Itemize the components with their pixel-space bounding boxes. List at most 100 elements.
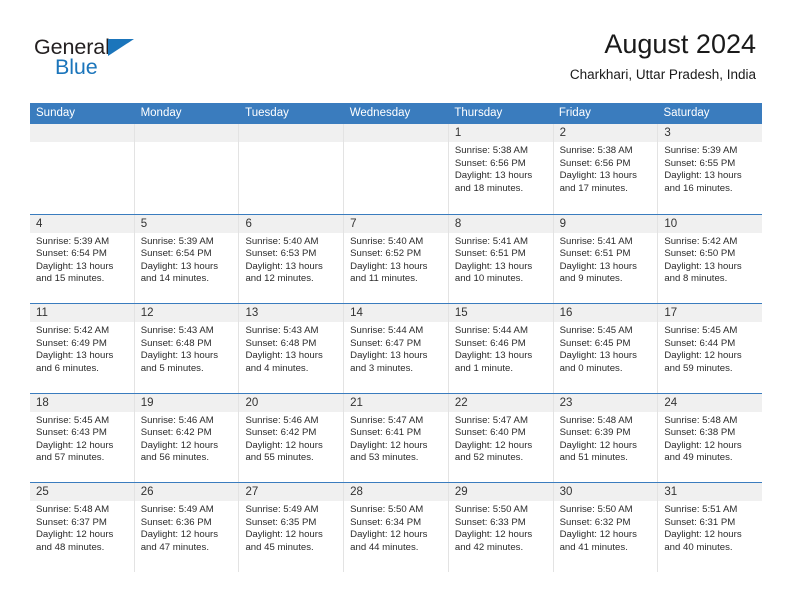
weekday-header-saturday: Saturday: [663, 107, 710, 119]
day-cell[interactable]: 13 Sunrise: 5:43 AM Sunset: 6:48 PM Dayligh…: [238, 304, 344, 393]
day-cell[interactable]: 8 Sunrise: 5:41 AM Sunset: 6:51 PM Daylight…: [447, 214, 553, 303]
day-cell[interactable]: 30 Sunrise: 5:50 AM Sunset: 6:32 PM Dayligh…: [552, 483, 658, 572]
daylight-text: Daylight: 12 hours and 51 minutes.: [559, 439, 637, 464]
sunrise-text: Sunrise: 5:49 AM: [140, 504, 214, 515]
sunset-text: Sunset: 6:52 PM: [350, 248, 422, 260]
calendar-week-row: 4 Sunrise: 5:39 AM Sunset: 6:54 PM Daylight…: [30, 213, 763, 303]
day-cell[interactable]: 15 Sunrise: 5:44 AM Sunset: 6:46 PM Dayligh…: [447, 304, 553, 393]
day-number: 14: [344, 304, 448, 322]
day-cell[interactable]: 26 Sunrise: 5:49 AM Sunset: 6:36 PM Dayligh…: [133, 483, 239, 572]
day-number: [239, 124, 344, 142]
weekday-header-friday: Friday: [558, 107, 591, 119]
sunset-text: Sunset: 6:33 PM: [454, 516, 526, 528]
sunrise-text: Sunrise: 5:44 AM: [454, 325, 528, 336]
day-cell[interactable]: 1 Sunrise: 5:38 AM Sunset: 6:56 PM Daylight…: [447, 124, 553, 214]
day-cell[interactable]: 25 Sunrise: 5:48 AM Sunset: 6:37 PM Dayligh…: [30, 483, 134, 572]
day-cell[interactable]: 16 Sunrise: 5:45 AM Sunset: 6:45 PM Dayligh…: [552, 304, 658, 393]
day-number: 6: [239, 214, 344, 233]
day-cell[interactable]: 4 Sunrise: 5:39 AM Sunset: 6:54 PM Daylight…: [30, 214, 134, 303]
day-cell[interactable]: 7 Sunrise: 5:40 AM Sunset: 6:52 PM Daylight…: [343, 214, 448, 303]
location-subtitle: Charkhari, Uttar Pradesh, India: [569, 67, 756, 82]
day-cell[interactable]: 21 Sunrise: 5:47 AM Sunset: 6:41 PM Dayligh…: [343, 393, 448, 482]
daylight-text: Daylight: 12 hours and 57 minutes.: [36, 439, 114, 464]
day-cell[interactable]: 19 Sunrise: 5:46 AM Sunset: 6:42 PM Dayligh…: [133, 393, 239, 482]
sunset-text: Sunset: 6:54 PM: [140, 248, 212, 260]
day-cell[interactable]: 28 Sunrise: 5:50 AM Sunset: 6:34 PM Dayligh…: [343, 483, 448, 572]
daylight-text: Daylight: 13 hours and 11 minutes.: [350, 260, 428, 285]
sunrise-text: Sunrise: 5:44 AM: [350, 325, 424, 336]
sunset-text: Sunset: 6:48 PM: [245, 337, 317, 349]
sunset-text: Sunset: 6:56 PM: [454, 157, 526, 169]
day-cell[interactable]: 29 Sunrise: 5:50 AM Sunset: 6:33 PM Dayligh…: [447, 483, 553, 572]
day-cell[interactable]: 24 Sunrise: 5:48 AM Sunset: 6:38 PM Dayligh…: [657, 393, 763, 482]
day-details: Sunrise: 5:39 AM Sunset: 6:54 PM Daylight:…: [135, 233, 239, 286]
sunset-text: Sunset: 6:47 PM: [350, 337, 422, 349]
logo-triangle-icon: [108, 39, 134, 56]
day-cell[interactable]: 27 Sunrise: 5:49 AM Sunset: 6:35 PM Dayligh…: [238, 483, 344, 572]
day-cell[interactable]: 5 Sunrise: 5:39 AM Sunset: 6:54 PM Daylight…: [133, 214, 239, 303]
daylight-text: Daylight: 13 hours and 5 minutes.: [140, 350, 219, 374]
day-details: Sunrise: 5:48 AM Sunset: 6:38 PM Daylight:…: [658, 412, 762, 465]
calendar-week-row: 11 Sunrise: 5:42 AM Sunset: 6:49 PM Dayligh…: [30, 303, 763, 393]
day-details: Sunrise: 5:39 AM Sunset: 6:55 PM Daylight:…: [658, 142, 762, 195]
sunset-text: Sunset: 6:46 PM: [454, 337, 526, 349]
sunset-text: Sunset: 6:32 PM: [559, 516, 631, 528]
day-cell[interactable]: 23 Sunrise: 5:48 AM Sunset: 6:39 PM Dayligh…: [552, 393, 658, 482]
daylight-text: Daylight: 13 hours and 14 minutes.: [140, 260, 219, 285]
day-cell[interactable]: 3 Sunrise: 5:39 AM Sunset: 6:55 PM Daylight…: [657, 124, 763, 214]
day-number: 31: [658, 483, 763, 501]
day-details: Sunrise: 5:51 AM Sunset: 6:31 PM Daylight:…: [658, 501, 762, 554]
weekday-header-tuesday: Tuesday: [245, 107, 289, 119]
sunset-text: Sunset: 6:49 PM: [36, 337, 107, 349]
daylight-text: Daylight: 13 hours and 1 minute.: [454, 350, 533, 374]
sunrise-text: Sunrise: 5:42 AM: [664, 235, 738, 247]
sunrise-text: Sunrise: 5:47 AM: [454, 414, 528, 426]
day-number: 16: [553, 304, 658, 322]
daylight-text: Daylight: 12 hours and 52 minutes.: [454, 439, 533, 464]
calendar-week-row: 25 Sunrise: 5:48 AM Sunset: 6:37 PM Dayligh…: [30, 482, 763, 572]
day-number: 26: [134, 483, 239, 501]
day-details: Sunrise: 5:47 AM Sunset: 6:40 PM Daylight:…: [449, 412, 553, 465]
sunrise-text: Sunrise: 5:51 AM: [664, 504, 738, 515]
sunset-text: Sunset: 6:37 PM: [36, 516, 107, 528]
day-cell[interactable]: 10 Sunrise: 5:42 AM Sunset: 6:50 PM Dayligh…: [657, 214, 763, 303]
daylight-text: Daylight: 12 hours and 53 minutes.: [350, 439, 428, 464]
day-details: Sunrise: 5:44 AM Sunset: 6:46 PM Daylight:…: [449, 322, 553, 375]
day-cell-empty: [133, 124, 239, 214]
weekday-header-wednesday: Wednesday: [349, 107, 411, 119]
calendar-week-row: 1 Sunrise: 5:38 AM Sunset: 6:56 PM Daylight…: [30, 124, 763, 214]
day-cell[interactable]: 20 Sunrise: 5:46 AM Sunset: 6:42 PM Dayligh…: [238, 393, 344, 482]
sunrise-text: Sunrise: 5:41 AM: [559, 235, 633, 247]
day-cell[interactable]: 18 Sunrise: 5:45 AM Sunset: 6:43 PM Dayligh…: [30, 393, 134, 482]
sunset-text: Sunset: 6:51 PM: [454, 248, 526, 260]
day-cell[interactable]: 14 Sunrise: 5:44 AM Sunset: 6:47 PM Dayligh…: [343, 304, 448, 393]
sunset-text: Sunset: 6:41 PM: [350, 427, 422, 439]
sunset-text: Sunset: 6:42 PM: [245, 427, 317, 439]
day-cell[interactable]: 22 Sunrise: 5:47 AM Sunset: 6:40 PM Dayligh…: [447, 393, 553, 482]
day-cell[interactable]: 31 Sunrise: 5:51 AM Sunset: 6:31 PM Dayligh…: [657, 483, 763, 572]
day-number: 4: [30, 214, 134, 233]
day-cell[interactable]: 2 Sunrise: 5:38 AM Sunset: 6:56 PM Daylight…: [552, 124, 658, 214]
day-details: Sunrise: 5:48 AM Sunset: 6:37 PM Daylight:…: [30, 501, 134, 554]
day-cell[interactable]: 17 Sunrise: 5:45 AM Sunset: 6:44 PM Dayligh…: [657, 304, 763, 393]
day-number: 21: [344, 393, 448, 412]
sunset-text: Sunset: 6:39 PM: [559, 427, 631, 439]
sunrise-text: Sunrise: 5:47 AM: [350, 414, 424, 426]
day-number: 13: [239, 304, 344, 322]
day-cell[interactable]: 12 Sunrise: 5:43 AM Sunset: 6:48 PM Dayligh…: [133, 304, 239, 393]
day-details: Sunrise: 5:42 AM Sunset: 6:49 PM Daylight:…: [30, 322, 134, 375]
general-blue-logo[interactable]: General Blue: [34, 36, 154, 84]
day-details: Sunrise: 5:38 AM Sunset: 6:56 PM Daylight:…: [449, 142, 553, 195]
day-details: Sunrise: 5:38 AM Sunset: 6:56 PM Daylight:…: [554, 142, 658, 195]
day-number: 19: [134, 393, 239, 412]
sunset-text: Sunset: 6:44 PM: [664, 337, 736, 349]
day-cell[interactable]: 6 Sunrise: 5:40 AM Sunset: 6:53 PM Daylight…: [238, 214, 344, 303]
day-details: Sunrise: 5:49 AM Sunset: 6:35 PM Daylight:…: [239, 501, 343, 554]
daylight-text: Daylight: 13 hours and 18 minutes.: [454, 170, 533, 194]
sunrise-text: Sunrise: 5:48 AM: [559, 414, 633, 426]
day-cell[interactable]: 9 Sunrise: 5:41 AM Sunset: 6:51 PM Daylight…: [552, 214, 658, 303]
daylight-text: Daylight: 12 hours and 42 minutes.: [454, 529, 533, 553]
day-number: 22: [448, 393, 553, 412]
day-details: Sunrise: 5:40 AM Sunset: 6:52 PM Daylight:…: [344, 233, 448, 286]
day-cell[interactable]: 11 Sunrise: 5:42 AM Sunset: 6:49 PM Dayligh…: [30, 304, 134, 393]
